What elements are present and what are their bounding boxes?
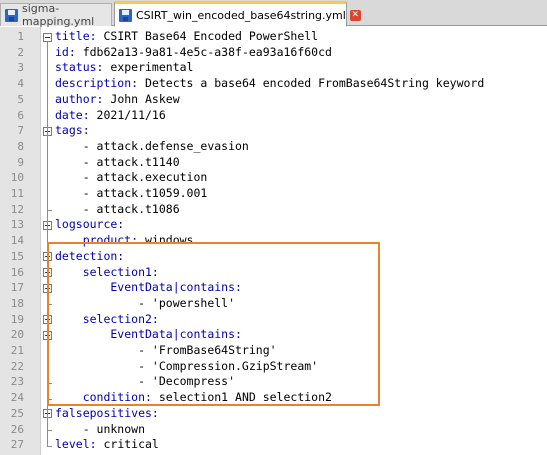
code-text: - attack.t1059.001 — [55, 186, 208, 202]
fold-guide-end — [47, 210, 52, 212]
line-number: 23 — [10, 375, 24, 389]
line-number: 5 — [17, 92, 24, 106]
fold-guide-end — [47, 430, 52, 431]
yaml-value: - attack.t1086 — [55, 201, 180, 216]
code-line[interactable]: 11 - attack.t1059.001 — [0, 186, 547, 202]
fold-toggle-icon[interactable] — [43, 32, 52, 42]
code-line[interactable]: 6 date: 2021/11/16 — [0, 108, 547, 124]
code-text: tags: — [55, 123, 90, 139]
yaml-value: - attack.t1059.001 — [55, 186, 208, 200]
yaml-value: - attack.t1140 — [55, 154, 180, 169]
code-text: falsepositives: — [55, 406, 159, 422]
yaml-value: CSIRT Base64 Encoded PowerShell — [96, 29, 319, 43]
code-line[interactable]: 4 description: Detects a base64 encoded F… — [0, 76, 547, 92]
line-number: 19 — [10, 312, 24, 326]
line-number: 24 — [10, 391, 24, 405]
yaml-key: tags: — [55, 123, 90, 138]
code-line[interactable]: 10 - attack.execution — [0, 170, 547, 186]
tab-label: sigma-mapping.yml — [22, 2, 95, 28]
code-text: title: CSIRT Base64 Encoded PowerShell — [55, 29, 318, 45]
code-line[interactable]: 3 status: experimental — [0, 60, 547, 76]
line-number: 27 — [10, 438, 24, 452]
code-text: author: John Askew — [55, 92, 180, 108]
code-line[interactable]: 27 level: critical — [0, 437, 547, 453]
line-number: 7 — [17, 124, 24, 138]
line-number: 13 — [10, 218, 24, 232]
line-number: 1 — [17, 30, 24, 43]
line-number: 11 — [10, 187, 24, 200]
yaml-value: 2021/11/16 — [89, 107, 166, 122]
code-text: - attack.defense_evasion — [55, 139, 249, 155]
line-number: 15 — [10, 249, 24, 263]
tab-bar: sigma-mapping.yml CSIRT_win_encoded_base… — [0, 0, 547, 28]
yaml-value: experimental — [103, 60, 194, 75]
save-status-icon — [119, 8, 132, 22]
code-text: description: Detects a base64 encoded Fr… — [55, 76, 484, 92]
line-number: 20 — [10, 328, 24, 342]
fold-guide-end — [47, 445, 52, 447]
line-number: 12 — [10, 202, 24, 216]
yaml-value: - attack.execution — [55, 170, 208, 185]
yaml-key: id: — [55, 44, 76, 59]
tab-csirt-encoded[interactable]: CSIRT_win_encoded_base64string.yml ✕ — [114, 1, 361, 27]
line-number: 21 — [10, 344, 24, 357]
code-line[interactable]: 9 - attack.t1140 — [0, 155, 547, 171]
save-status-icon — [5, 8, 18, 22]
code-line[interactable]: 7 tags: — [0, 123, 547, 139]
yaml-value: John Askew — [103, 91, 180, 106]
yaml-value: - attack.defense_evasion — [55, 138, 249, 153]
code-line[interactable]: 13 logsource: — [0, 217, 547, 233]
code-text: level: critical — [55, 437, 159, 453]
code-text: - attack.t1086 — [55, 202, 180, 218]
yaml-value: Detects a base64 encoded FromBase64Strin… — [138, 76, 485, 91]
line-number: 10 — [10, 171, 24, 185]
line-number: 9 — [17, 155, 24, 169]
fold-guide — [47, 135, 48, 211]
line-number: 14 — [10, 234, 24, 248]
code-text: id: fdb62a13-9a81-4e5c-a38f-ea93a16f60cd — [55, 45, 332, 61]
line-number: 8 — [17, 139, 24, 153]
code-line[interactable]: 26 - unknown — [0, 422, 547, 438]
code-text: - unknown — [55, 422, 145, 438]
code-text: status: experimental — [55, 60, 193, 76]
yaml-key: status: — [55, 60, 104, 75]
code-line[interactable]: 1 title: CSIRT Base64 Encoded PowerShell — [0, 29, 547, 45]
line-number: 18 — [10, 296, 24, 310]
line-number: 2 — [17, 45, 24, 59]
yaml-key: title: — [55, 29, 97, 43]
code-line[interactable]: 12 - attack.t1086 — [0, 202, 547, 218]
line-number: 3 — [17, 61, 24, 75]
line-number: 22 — [10, 359, 24, 373]
code-text: date: 2021/11/16 — [55, 108, 166, 124]
code-text: - attack.t1140 — [55, 155, 180, 171]
code-line[interactable]: 2 id: fdb62a13-9a81-4e5c-a38f-ea93a16f60c… — [0, 45, 547, 61]
code-text: logsource: — [55, 217, 124, 233]
fold-guide — [47, 418, 48, 430]
line-number: 26 — [10, 422, 24, 436]
line-number: 17 — [10, 281, 24, 295]
line-number: 16 — [10, 265, 24, 279]
yaml-key: date: — [55, 107, 90, 122]
yaml-key: falsepositives: — [55, 405, 159, 420]
yaml-key: level: — [55, 437, 97, 452]
yaml-value: critical — [96, 437, 159, 452]
line-number: 6 — [17, 108, 24, 122]
yaml-value: fdb62a13-9a81-4e5c-a38f-ea93a16f60cd — [75, 44, 332, 59]
tab-sigma-mapping[interactable]: sigma-mapping.yml — [0, 2, 112, 28]
code-text: - attack.execution — [55, 170, 208, 186]
line-number: 4 — [17, 77, 24, 91]
code-line[interactable]: 8 - attack.defense_evasion — [0, 139, 547, 155]
yaml-value: - unknown — [55, 421, 146, 436]
code-line[interactable]: 25 falsepositives: — [0, 406, 547, 422]
line-number: 25 — [10, 406, 24, 420]
code-line[interactable]: 5 author: John Askew — [0, 92, 547, 108]
close-tab-icon[interactable]: ✕ — [349, 9, 361, 21]
fold-guide — [47, 229, 48, 242]
detection-highlight-box — [47, 242, 380, 406]
yaml-key: logsource: — [55, 217, 125, 232]
tab-label: CSIRT_win_encoded_base64string.yml — [136, 8, 346, 22]
yaml-key: author: — [55, 91, 104, 106]
yaml-key: description: — [55, 76, 139, 91]
